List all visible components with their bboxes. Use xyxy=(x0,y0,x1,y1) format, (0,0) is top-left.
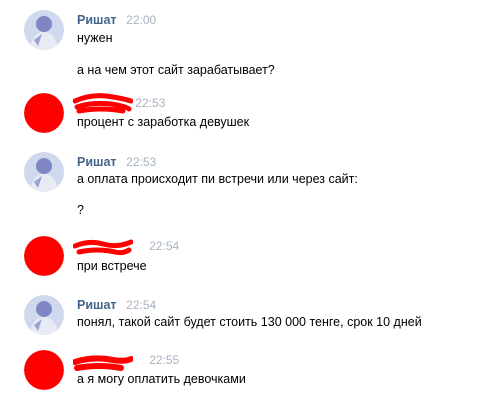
avatar[interactable] xyxy=(24,350,64,390)
avatar[interactable] xyxy=(24,93,64,133)
author-name[interactable]: Ришат xyxy=(77,13,117,27)
message-time[interactable]: 22:54 xyxy=(149,239,179,253)
message-time[interactable]: 22:00 xyxy=(126,13,156,27)
message-header: xxxxxxx 22:53 xyxy=(73,93,165,114)
avatar[interactable] xyxy=(24,152,64,192)
user-photo-icon xyxy=(24,10,64,50)
author-name-redacted[interactable]: xxxxxxxxx xyxy=(73,239,140,256)
avatar[interactable] xyxy=(24,236,64,276)
redacted-avatar-icon xyxy=(24,93,64,133)
message-text: а я могу оплатить девочками xyxy=(77,372,246,386)
message-time[interactable]: 22:54 xyxy=(126,298,156,312)
author-name[interactable]: Ришат xyxy=(77,298,117,312)
message-header: Ришат 22:53 xyxy=(77,154,156,170)
user-photo-icon xyxy=(24,295,64,335)
author-name-redacted[interactable]: xxxxxxxxx xyxy=(73,353,140,371)
message-text: процент с заработка девушек xyxy=(77,115,250,129)
redacted-avatar-icon xyxy=(24,350,64,390)
redaction-scribble-icon xyxy=(73,239,133,256)
user-photo-icon xyxy=(24,152,64,192)
message-text: при встрече xyxy=(77,259,147,273)
author-name[interactable]: Ришат xyxy=(77,155,117,169)
avatar[interactable] xyxy=(24,10,64,50)
message-time[interactable]: 22:55 xyxy=(149,353,179,367)
message-text: а оплата происходит пи встречи или через… xyxy=(77,172,358,186)
message-time[interactable]: 22:53 xyxy=(135,96,165,110)
message-header: Ришат 22:54 xyxy=(77,297,156,313)
message-header: Ришат 22:00 xyxy=(77,12,156,28)
message-header: xxxxxxxxx 22:54 xyxy=(73,238,179,256)
message-time[interactable]: 22:53 xyxy=(126,155,156,169)
message-text: а на чем этот сайт зарабатывает? xyxy=(77,63,275,77)
redaction-scribble-icon xyxy=(73,93,133,114)
message-text: понял, такой сайт будет стоить 130 000 т… xyxy=(77,315,422,329)
avatar[interactable] xyxy=(24,295,64,335)
message-text: ? xyxy=(77,203,84,217)
author-name-redacted[interactable]: xxxxxxx xyxy=(73,93,133,114)
message-header: xxxxxxxxx 22:55 xyxy=(73,352,179,371)
redaction-scribble-icon xyxy=(73,355,133,371)
message-text: нужен xyxy=(77,31,113,45)
redacted-avatar-icon xyxy=(24,236,64,276)
